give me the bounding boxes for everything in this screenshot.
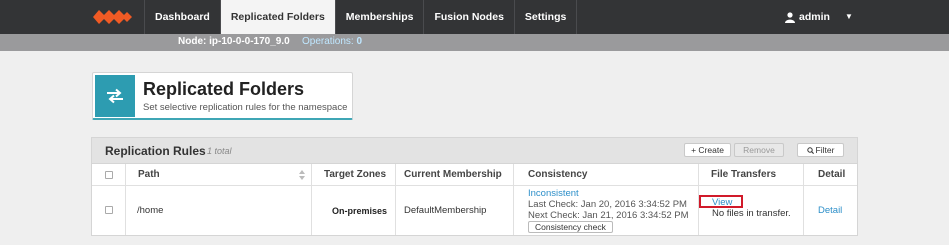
- remove-button[interactable]: Remove: [734, 143, 784, 157]
- consistency-status-link[interactable]: Inconsistent: [528, 188, 579, 199]
- operations-count: 0: [356, 36, 363, 47]
- consistency-check-button[interactable]: Consistency check: [528, 221, 613, 233]
- page-header-card: Replicated Folders Set selective replica…: [92, 72, 353, 120]
- file-transfers-cell: View No files in transfer.: [699, 186, 804, 235]
- detail-link[interactable]: Detail: [818, 205, 842, 216]
- row-select-cell: [92, 186, 126, 235]
- swap-arrows-icon: [95, 75, 135, 117]
- path-cell: /home: [126, 186, 312, 235]
- user-menu[interactable]: admin: [785, 0, 830, 34]
- search-icon: [806, 147, 814, 154]
- panel-header: Replication Rules 1 total + Create Remov…: [92, 138, 857, 164]
- detail-cell: Detail: [804, 186, 857, 235]
- main-nav: Dashboard Replicated Folders Memberships…: [144, 0, 578, 34]
- top-nav: Dashboard Replicated Folders Memberships…: [0, 0, 949, 34]
- tab-fusion-nodes[interactable]: Fusion Nodes: [423, 0, 513, 34]
- column-header-path[interactable]: Path: [126, 164, 312, 186]
- username: admin: [799, 11, 830, 23]
- column-header-target-zones[interactable]: Target Zones: [312, 164, 396, 186]
- select-all-checkbox[interactable]: [105, 171, 113, 179]
- target-zones-cell: On-premises: [312, 186, 396, 235]
- consistency-cell: Inconsistent Last Check: Jan 20, 2016 3:…: [514, 186, 699, 235]
- column-header-detail[interactable]: Detail: [804, 164, 857, 186]
- panel-title: Replication Rules: [105, 144, 206, 158]
- page-title: Replicated Folders: [143, 79, 305, 99]
- page-subtitle: Set selective replication rules for the …: [143, 102, 348, 113]
- transfer-status-text: No files in transfer.: [712, 208, 791, 219]
- rule-count: 1 total: [207, 146, 232, 156]
- highlight-box: [699, 195, 743, 208]
- tab-dashboard[interactable]: Dashboard: [144, 0, 220, 34]
- tab-replicated-folders[interactable]: Replicated Folders: [219, 0, 335, 34]
- user-icon: [785, 11, 795, 23]
- column-header-consistency[interactable]: Consistency: [514, 164, 699, 186]
- tab-memberships[interactable]: Memberships: [334, 0, 424, 34]
- membership-value: DefaultMembership: [404, 205, 487, 216]
- chevron-down-icon[interactable]: ▼: [845, 0, 853, 34]
- brand-logo-icon[interactable]: [93, 7, 133, 27]
- filter-label: Filter: [815, 145, 835, 155]
- filter-button[interactable]: Filter: [797, 143, 844, 157]
- create-button[interactable]: + Create: [684, 143, 731, 157]
- path-value: /home: [137, 205, 164, 216]
- row-checkbox[interactable]: [105, 206, 113, 214]
- sort-icon[interactable]: [299, 170, 305, 180]
- column-header-membership[interactable]: Current Membership: [396, 164, 514, 186]
- tab-settings[interactable]: Settings: [513, 0, 578, 34]
- replication-rules-panel: Replication Rules 1 total + Create Remov…: [91, 137, 858, 236]
- last-check-text: Last Check: Jan 20, 2016 3:34:52 PM: [528, 199, 687, 210]
- status-bar: Node: ip-10-0-0-170_9.0 Operations: 0: [0, 34, 949, 51]
- membership-cell: DefaultMembership: [396, 186, 514, 235]
- column-header-file-transfers[interactable]: File Transfers: [699, 164, 804, 186]
- next-check-text: Next Check: Jan 21, 2016 3:34:52 PM: [528, 210, 689, 221]
- target-zone-value: On-premises: [332, 206, 388, 216]
- column-label-path: Path: [138, 169, 160, 180]
- node-label: Node: ip-10-0-0-170_9.0: [178, 36, 290, 47]
- select-all-header: [92, 164, 126, 186]
- operations-text: Operations:: [302, 36, 354, 47]
- operations-label: Operations: 0: [302, 36, 362, 47]
